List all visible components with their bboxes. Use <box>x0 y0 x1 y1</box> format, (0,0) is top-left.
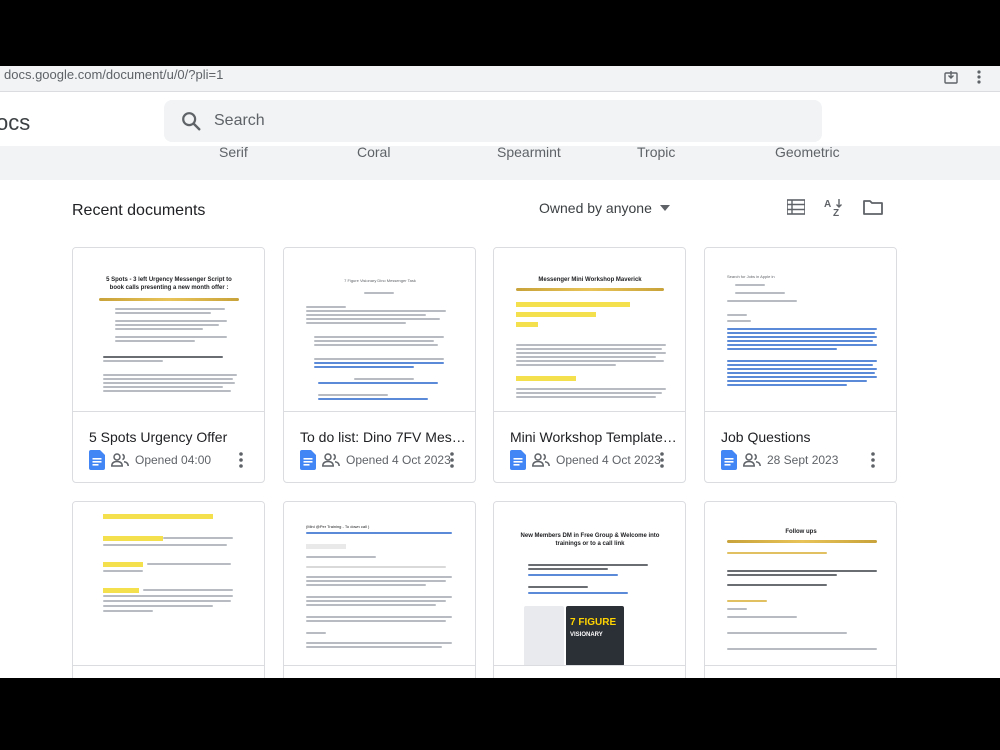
template-label[interactable]: Tropic <box>637 146 675 160</box>
document-title[interactable]: 5 Spots Urgency Offer <box>89 429 257 445</box>
shared-people-icon <box>743 453 761 467</box>
document-meta: Opened 04:00 <box>89 450 211 470</box>
document-thumbnail: (Mini @Per Training - To down call ) <box>284 502 475 666</box>
thumbnail-title: 7 Figure Visionary Dino Messenger Task <box>344 278 416 283</box>
document-card[interactable]: 7 Figure Visionary Dino Messenger Task T… <box>283 247 476 483</box>
document-thumbnail: 7 Figure Visionary Dino Messenger Task <box>284 248 475 412</box>
template-label[interactable]: Spearmint <box>497 146 561 160</box>
install-app-icon[interactable] <box>944 70 958 84</box>
document-thumbnail: Search for Jobs in Apple in <box>705 248 896 412</box>
document-meta: Opened 4 Oct 2023 <box>510 450 661 470</box>
shared-people-icon <box>322 453 340 467</box>
google-docs-icon <box>89 450 105 470</box>
document-title[interactable]: To do list: Dino 7FV Mess... <box>300 429 468 445</box>
document-card[interactable]: Messenger Mini Workshop Maverick Mini Wo… <box>493 247 686 483</box>
folder-icon[interactable] <box>863 199 883 215</box>
app-name[interactable]: ocs <box>0 110 30 136</box>
address-bar[interactable]: docs.google.com/document/u/0/?pli=1 <box>0 66 1000 92</box>
svg-text:A: A <box>824 199 831 210</box>
template-label[interactable]: Coral <box>357 146 390 160</box>
browser-menu-icon[interactable] <box>976 69 982 85</box>
svg-text:Z: Z <box>833 208 839 217</box>
document-thumbnail: Follow ups <box>705 502 896 666</box>
more-options-icon[interactable] <box>660 452 664 468</box>
owner-filter-dropdown[interactable]: Owned by anyone <box>539 200 670 216</box>
thumbnail-title: New Members DM in Free Group & Welcome i… <box>520 533 660 547</box>
more-options-icon[interactable] <box>239 452 243 468</box>
document-title[interactable]: Mini Workshop Template ... <box>510 429 678 445</box>
document-thumbnail: New Members DM in Free Group & Welcome i… <box>494 502 685 666</box>
last-opened-text: 28 Sept 2023 <box>767 453 839 467</box>
thumbnail-title: Follow ups <box>785 529 817 535</box>
last-opened-text: Opened 4 Oct 2023 <box>556 453 661 467</box>
document-thumbnail: 5 Spots - 3 left Urgency Messenger Scrip… <box>73 248 264 412</box>
url-text[interactable]: docs.google.com/document/u/0/?pli=1 <box>4 67 223 82</box>
document-title[interactable]: Job Questions <box>721 429 889 445</box>
browser-viewport: docs.google.com/document/u/0/?pli=1 ocs … <box>0 66 1000 678</box>
document-card[interactable]: (Mini @Per Training - To down call ) <box>283 501 476 678</box>
more-options-icon[interactable] <box>450 452 454 468</box>
owner-filter-label: Owned by anyone <box>539 200 652 216</box>
promo-subtext: VISIONARY <box>570 632 603 638</box>
google-docs-icon <box>510 450 526 470</box>
search-box[interactable] <box>164 100 822 142</box>
document-meta: 28 Sept 2023 <box>721 450 838 470</box>
thumbnail-title: Messenger Mini Workshop Maverick <box>538 277 642 283</box>
last-opened-text: Opened 4 Oct 2023 <box>346 453 451 467</box>
template-gallery-strip: Serif Coral Spearmint Tropic Geometric <box>0 146 1000 180</box>
more-options-icon[interactable] <box>871 452 875 468</box>
search-input[interactable] <box>214 108 794 134</box>
last-opened-text: Opened 04:00 <box>135 453 212 467</box>
google-docs-icon <box>300 450 316 470</box>
document-thumbnail: Messenger Mini Workshop Maverick <box>494 248 685 412</box>
document-card[interactable]: Follow ups <box>704 501 897 678</box>
sort-az-icon[interactable]: A Z <box>824 197 844 217</box>
template-label[interactable]: Serif <box>219 146 248 160</box>
list-view-icon[interactable] <box>787 199 805 215</box>
document-card[interactable]: Search for Jobs in Apple in Job Question… <box>704 247 897 483</box>
thumbnail-title: 5 Spots - 3 left Urgency Messenger Scrip… <box>106 277 232 291</box>
document-thumbnail <box>73 502 264 666</box>
template-label[interactable]: Geometric <box>775 146 840 160</box>
shared-people-icon <box>532 453 550 467</box>
document-card[interactable]: 5 Spots - 3 left Urgency Messenger Scrip… <box>72 247 265 483</box>
thumbnail-title: (Mini @Per Training - To down call ) <box>306 524 370 529</box>
promo-text: 7 FIGURE <box>570 617 617 628</box>
caret-down-icon <box>659 205 670 211</box>
shared-people-icon <box>111 453 129 467</box>
document-card[interactable]: New Members DM in Free Group & Welcome i… <box>493 501 686 678</box>
google-docs-icon <box>721 450 737 470</box>
document-meta: Opened 4 Oct 2023 <box>300 450 451 470</box>
recent-documents-title: Recent documents <box>72 202 206 219</box>
thumbnail-title: Search for Jobs in Apple in <box>727 274 775 279</box>
document-card[interactable] <box>72 501 265 678</box>
promo-image: 7 FIGURE VISIONARY <box>566 606 624 665</box>
search-icon[interactable] <box>180 110 202 132</box>
